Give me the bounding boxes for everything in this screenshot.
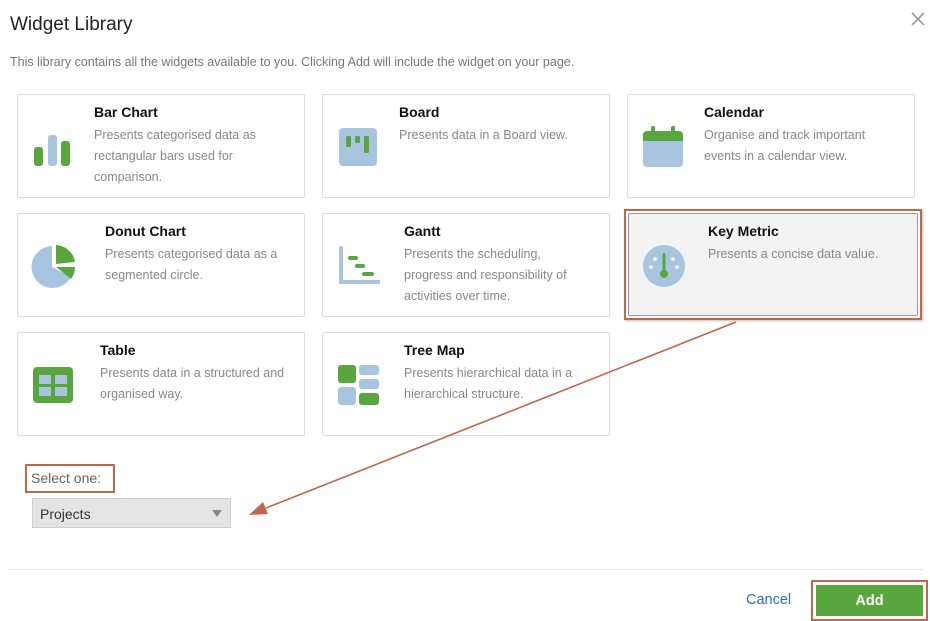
- select-label: Select one:: [31, 470, 102, 486]
- widget-card-table[interactable]: Table Presents data in a structured and …: [17, 332, 305, 436]
- widget-title: Key Metric: [708, 223, 779, 239]
- calendar-icon: [643, 126, 683, 167]
- dialog-intro: This library contains all the widgets av…: [10, 55, 575, 69]
- widget-card-gantt[interactable]: Gantt Presents the scheduling, progress …: [322, 213, 610, 317]
- caret-down-icon: [212, 510, 222, 517]
- project-select[interactable]: Projects: [32, 498, 231, 528]
- widget-card-calendar[interactable]: Calendar Organise and track important ev…: [627, 94, 915, 198]
- widget-title: Calendar: [704, 104, 764, 120]
- select-value: Projects: [40, 506, 91, 522]
- widget-description: Presents hierarchical data in a hierarch…: [404, 366, 573, 401]
- widget-card-donut-chart[interactable]: Donut Chart Presents categorised data as…: [17, 213, 305, 317]
- widget-card-bar-chart[interactable]: Bar Chart Presents categorised data as r…: [17, 94, 305, 198]
- widget-card-tree-map[interactable]: Tree Map Presents hierarchical data in a…: [322, 332, 610, 436]
- widget-description: Presents a concise data value.: [708, 247, 879, 261]
- widget-title: Gantt: [404, 223, 441, 239]
- widget-title: Donut Chart: [105, 223, 186, 239]
- widget-description: Presents categorised data as a segmented…: [105, 247, 278, 282]
- table-icon: [33, 367, 73, 403]
- widget-card-board[interactable]: Board Presents data in a Board view.: [322, 94, 610, 198]
- cancel-button[interactable]: Cancel: [746, 592, 791, 608]
- widget-description: Organise and track important events in a…: [704, 128, 866, 163]
- dialog-title: Widget Library: [10, 14, 133, 35]
- widget-description: Presents the scheduling, progress and re…: [404, 247, 567, 303]
- tree-map-icon: [338, 365, 379, 405]
- bar-chart-icon: [34, 135, 70, 166]
- widget-description: Presents data in a structured and organi…: [100, 366, 285, 401]
- board-icon: [339, 128, 377, 166]
- gantt-icon: [339, 246, 380, 284]
- add-button[interactable]: Add: [816, 585, 923, 616]
- widget-card-key-metric[interactable]: Key Metric Presents a concise data value…: [628, 213, 918, 316]
- widget-title: Bar Chart: [94, 104, 158, 120]
- widget-title: Board: [399, 104, 440, 120]
- widget-description: Presents data in a Board view.: [399, 128, 568, 142]
- widget-title: Table: [100, 342, 136, 358]
- close-icon[interactable]: [910, 11, 926, 27]
- key-metric-icon: [643, 245, 685, 287]
- widget-description: Presents categorised data as rectangular…: [94, 128, 256, 184]
- widget-title: Tree Map: [404, 342, 465, 358]
- footer-divider: [10, 569, 923, 570]
- donut-chart-icon: [31, 245, 75, 288]
